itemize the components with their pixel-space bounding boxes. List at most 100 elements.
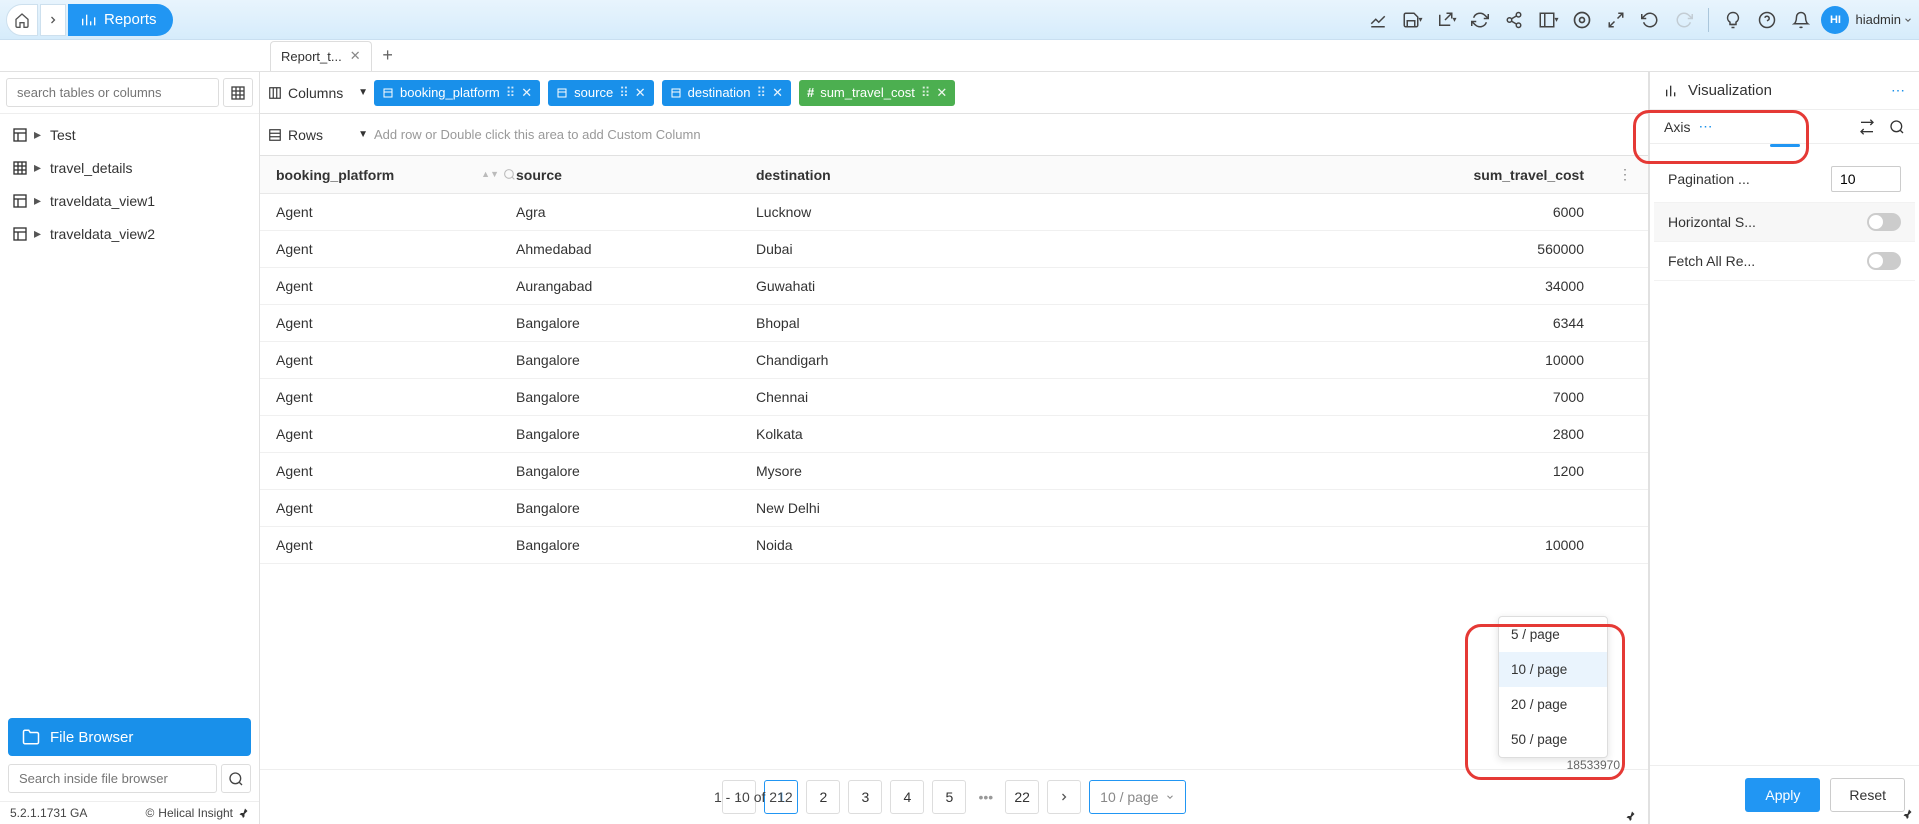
reset-button[interactable]: Reset — [1830, 778, 1905, 812]
home-icon — [14, 12, 30, 28]
page-number-button[interactable]: 3 — [848, 780, 882, 814]
axis-more-button[interactable]: ⋯ — [1698, 118, 1712, 135]
file-search-row — [0, 764, 259, 801]
search-icon[interactable] — [1889, 119, 1905, 135]
drag-icon[interactable]: ⠿ — [757, 85, 767, 101]
save-button[interactable]: ▾ — [1398, 6, 1426, 34]
table-header-cell[interactable]: source — [516, 167, 756, 183]
column-pill[interactable]: booking_platform⠿✕ — [374, 80, 540, 106]
table-header-cell[interactable]: sum_travel_cost — [996, 167, 1608, 183]
column-pill[interactable]: #sum_travel_cost⠿✕ — [799, 80, 955, 106]
table-row: AgentAgraLucknow6000 — [260, 194, 1648, 231]
table-cell: Noida — [756, 537, 996, 553]
drag-icon[interactable]: ⠿ — [619, 85, 629, 101]
column-pill[interactable]: destination⠿✕ — [662, 80, 791, 106]
pill-close-button[interactable]: ✕ — [936, 85, 947, 101]
undo-button[interactable] — [1636, 6, 1664, 34]
user-menu[interactable]: hiadmin — [1855, 12, 1913, 27]
sidebar-search-input[interactable] — [6, 78, 219, 107]
table-more-button[interactable]: ⋮ — [1608, 166, 1632, 183]
tree-item-label: travel_details — [50, 160, 133, 176]
help-button[interactable] — [1753, 6, 1781, 34]
drag-icon[interactable]: ⠿ — [921, 85, 931, 101]
swap-icon[interactable] — [1859, 119, 1875, 135]
table-cell: 560000 — [996, 241, 1608, 257]
pin-icon[interactable] — [237, 807, 249, 819]
tab-close-button[interactable]: ✕ — [350, 48, 361, 64]
rpanel-more-button[interactable]: ⋯ — [1891, 82, 1905, 99]
page-last-button[interactable]: 22 — [1005, 780, 1039, 814]
page-size-option[interactable]: 50 / page — [1499, 722, 1607, 757]
table-cell: 6000 — [996, 204, 1608, 220]
file-search-button[interactable] — [221, 764, 251, 793]
columns-text: Columns — [288, 85, 343, 101]
redo-button[interactable] — [1670, 6, 1698, 34]
chevron-down-icon — [1903, 15, 1913, 25]
view-button[interactable] — [1568, 6, 1596, 34]
line-chart-icon — [1369, 11, 1387, 29]
tab-add-button[interactable]: + — [376, 44, 400, 68]
caret-icon: ▸ — [34, 126, 44, 143]
apply-button[interactable]: Apply — [1745, 778, 1820, 812]
sidebar-tree-item[interactable]: ▸ Test — [0, 118, 259, 151]
topbar: Reports ▾ ▾ ▾ HI hiadmin — [0, 0, 1919, 40]
bell-icon — [1792, 11, 1810, 29]
sort-icon[interactable]: ▲▼ — [481, 168, 516, 181]
sidebar-grid-button[interactable] — [223, 78, 253, 107]
expand-icon — [1607, 11, 1625, 29]
drag-icon[interactable]: ⠿ — [506, 85, 516, 101]
horizontal-scroll-row: Horizontal S... — [1654, 203, 1915, 242]
share-button[interactable] — [1500, 6, 1528, 34]
tree-item-label: Test — [50, 127, 76, 143]
rows-shelf-label[interactable]: Rows ▼ — [268, 127, 368, 143]
table-cell: 10000 — [996, 352, 1608, 368]
tab[interactable]: Report_t...✕ — [270, 41, 372, 71]
rows-shelf[interactable]: Rows ▼ Add row or Double click this area… — [260, 114, 1648, 156]
sidebar-tree-item[interactable]: ▸traveldata_view2 — [0, 217, 259, 250]
table-cell: Ahmedabad — [516, 241, 756, 257]
chart-type-button[interactable] — [1364, 6, 1392, 34]
export-button[interactable]: ▾ — [1432, 6, 1460, 34]
breadcrumb-separator[interactable] — [40, 4, 66, 36]
page-number-button[interactable]: 2 — [806, 780, 840, 814]
pin-icon[interactable] — [1624, 810, 1636, 822]
page-number-button[interactable]: 4 — [890, 780, 924, 814]
column-pill[interactable]: source⠿✕ — [548, 80, 653, 106]
file-browser-button[interactable]: File Browser — [8, 718, 251, 756]
page-next-button[interactable] — [1047, 780, 1081, 814]
pill-close-button[interactable]: ✕ — [635, 85, 646, 101]
breadcrumb-reports[interactable]: Reports — [68, 4, 173, 36]
table-cell: 6344 — [996, 315, 1608, 331]
sidebar-tree-item[interactable]: ▸travel_details — [0, 151, 259, 184]
notifications-button[interactable] — [1787, 6, 1815, 34]
pill-close-button[interactable]: ✕ — [772, 85, 783, 101]
avatar[interactable]: HI — [1821, 6, 1849, 34]
columns-shelf-label[interactable]: Columns ▼ — [268, 85, 368, 101]
page-size-select[interactable]: 10 / page — [1089, 780, 1185, 814]
page-size-option[interactable]: 20 / page — [1499, 687, 1607, 722]
page-number-button[interactable]: 5 — [932, 780, 966, 814]
layout-button[interactable]: ▾ — [1534, 6, 1562, 34]
refresh-button[interactable] — [1466, 6, 1494, 34]
pill-close-button[interactable]: ✕ — [521, 85, 532, 101]
fetchall-toggle[interactable] — [1867, 252, 1901, 270]
pin-icon[interactable] — [1901, 808, 1913, 820]
table-header-cell[interactable]: booking_platform▲▼ — [276, 167, 516, 183]
pagination-value-input[interactable] — [1831, 166, 1901, 192]
pagination-label: Pagination ... — [1668, 171, 1831, 187]
hint-button[interactable] — [1719, 6, 1747, 34]
table-cell: Mysore — [756, 463, 996, 479]
fullscreen-button[interactable] — [1602, 6, 1630, 34]
hscroll-toggle[interactable] — [1867, 213, 1901, 231]
table-header-cell[interactable]: destination — [756, 167, 996, 183]
table-cell: Bangalore — [516, 352, 756, 368]
grid-icon — [230, 85, 246, 101]
table-row: AgentBangaloreBhopal6344 — [260, 305, 1648, 342]
home-button[interactable] — [6, 4, 38, 36]
page-size-option[interactable]: 5 / page — [1499, 617, 1607, 652]
sidebar-tree-item[interactable]: ▸traveldata_view1 — [0, 184, 259, 217]
table-cell: Agent — [276, 389, 516, 405]
file-search-input[interactable] — [8, 764, 217, 793]
field-icon — [382, 87, 394, 99]
page-size-option[interactable]: 10 / page — [1499, 652, 1607, 687]
